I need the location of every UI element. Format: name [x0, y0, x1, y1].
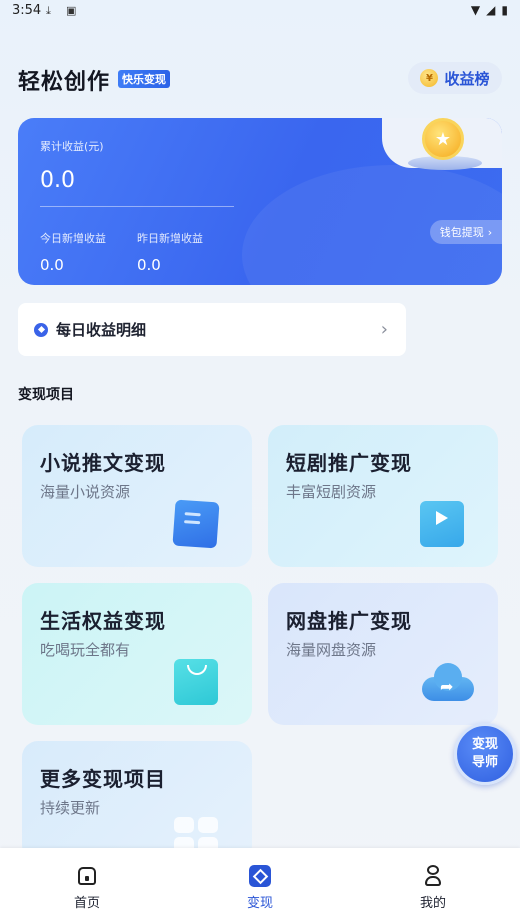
today-earnings-label: 今日新增收益: [40, 232, 106, 245]
yesterday-earnings-value: 0.0: [137, 256, 161, 274]
wifi-icon: ▼: [470, 3, 481, 17]
video-play-icon: [420, 501, 464, 547]
star-coin-icon: ★: [422, 118, 464, 160]
yen-coin-icon: ¥: [420, 69, 439, 87]
earnings-rank-label: 收益榜: [444, 69, 490, 88]
project-card-cloud-drive[interactable]: 网盘推广变现 海量网盘资源 ➦: [268, 583, 498, 725]
download-icon: ⤓: [46, 4, 51, 17]
cloud-share-icon: ➦: [420, 659, 474, 705]
tab-home[interactable]: 首页: [47, 864, 127, 911]
monetize-mentor-float-button[interactable]: 变现 导师: [454, 723, 516, 785]
tab-label: 我的: [419, 896, 446, 911]
project-title: 短剧推广变现: [286, 451, 412, 475]
status-time: 3:54: [12, 3, 42, 18]
wallet-withdraw-label: 钱包提现: [439, 226, 484, 239]
project-card-short-drama[interactable]: 短剧推广变现 丰富短剧资源: [268, 425, 498, 567]
brand-tag: 快乐变现: [118, 70, 170, 88]
today-earnings-value: 0.0: [40, 256, 64, 274]
total-earnings-value: 0.0: [40, 168, 75, 193]
total-earnings-label: 累计收益(元): [40, 140, 104, 153]
project-card-more[interactable]: 更多变现项目 持续更新: [22, 741, 252, 861]
mentor-line2: 导师: [471, 755, 498, 770]
home-icon: [78, 867, 96, 885]
chevron-right-icon: ›: [380, 319, 388, 340]
wallet-withdraw-button[interactable]: 钱包提现 ›: [430, 220, 502, 244]
project-subtitle: 吃喝玩全都有: [40, 641, 131, 659]
project-subtitle: 海量网盘资源: [286, 641, 377, 659]
signal-icon: ◢: [486, 3, 496, 17]
daily-earnings-detail-row[interactable]: 每日收益明细 ›: [18, 303, 406, 356]
chevron-right-icon: ›: [487, 225, 493, 239]
project-card-life-benefits[interactable]: 生活权益变现 吃喝玩全都有: [22, 583, 252, 725]
project-title: 网盘推广变现: [286, 609, 412, 633]
notification-icon: ▣: [66, 4, 77, 17]
gold-coin-illustration: ★: [408, 118, 482, 174]
project-subtitle: 丰富短剧资源: [286, 483, 377, 501]
card-divider: [40, 206, 234, 207]
book-icon: [172, 499, 220, 549]
yesterday-earnings-label: 昨日新增收益: [137, 232, 203, 245]
tab-label: 变现: [246, 896, 273, 911]
mentor-line1: 变现: [471, 737, 498, 752]
monetize-icon: [249, 865, 271, 887]
diamond-bullet-icon: [34, 322, 48, 337]
brand-title: 轻松创作: [18, 70, 111, 95]
project-card-novel[interactable]: 小说推文变现 海量小说资源: [22, 425, 252, 567]
bottom-tab-bar: 首页 变现 我的: [0, 848, 520, 924]
project-subtitle: 持续更新: [40, 799, 101, 817]
battery-icon: ▮: [501, 3, 508, 17]
project-title: 更多变现项目: [40, 767, 166, 791]
daily-earnings-detail-label: 每日收益明细: [56, 321, 147, 339]
tab-profile[interactable]: 我的: [393, 864, 473, 911]
header: 轻松创作 快乐变现 ¥ 收益榜: [18, 60, 502, 100]
earnings-rank-button[interactable]: ¥ 收益榜: [408, 62, 502, 94]
projects-section-title: 变现项目: [18, 387, 74, 403]
project-title: 小说推文变现: [40, 451, 166, 475]
profile-icon: [425, 865, 441, 887]
project-subtitle: 海量小说资源: [40, 483, 131, 501]
project-title: 生活权益变现: [40, 609, 166, 633]
tab-label: 首页: [73, 896, 100, 911]
shopping-bag-icon: [174, 659, 218, 705]
tab-monetize[interactable]: 变现: [220, 864, 300, 911]
status-bar: 3:54 ⤓ ▣ ▼ ◢ ▮: [0, 0, 520, 24]
